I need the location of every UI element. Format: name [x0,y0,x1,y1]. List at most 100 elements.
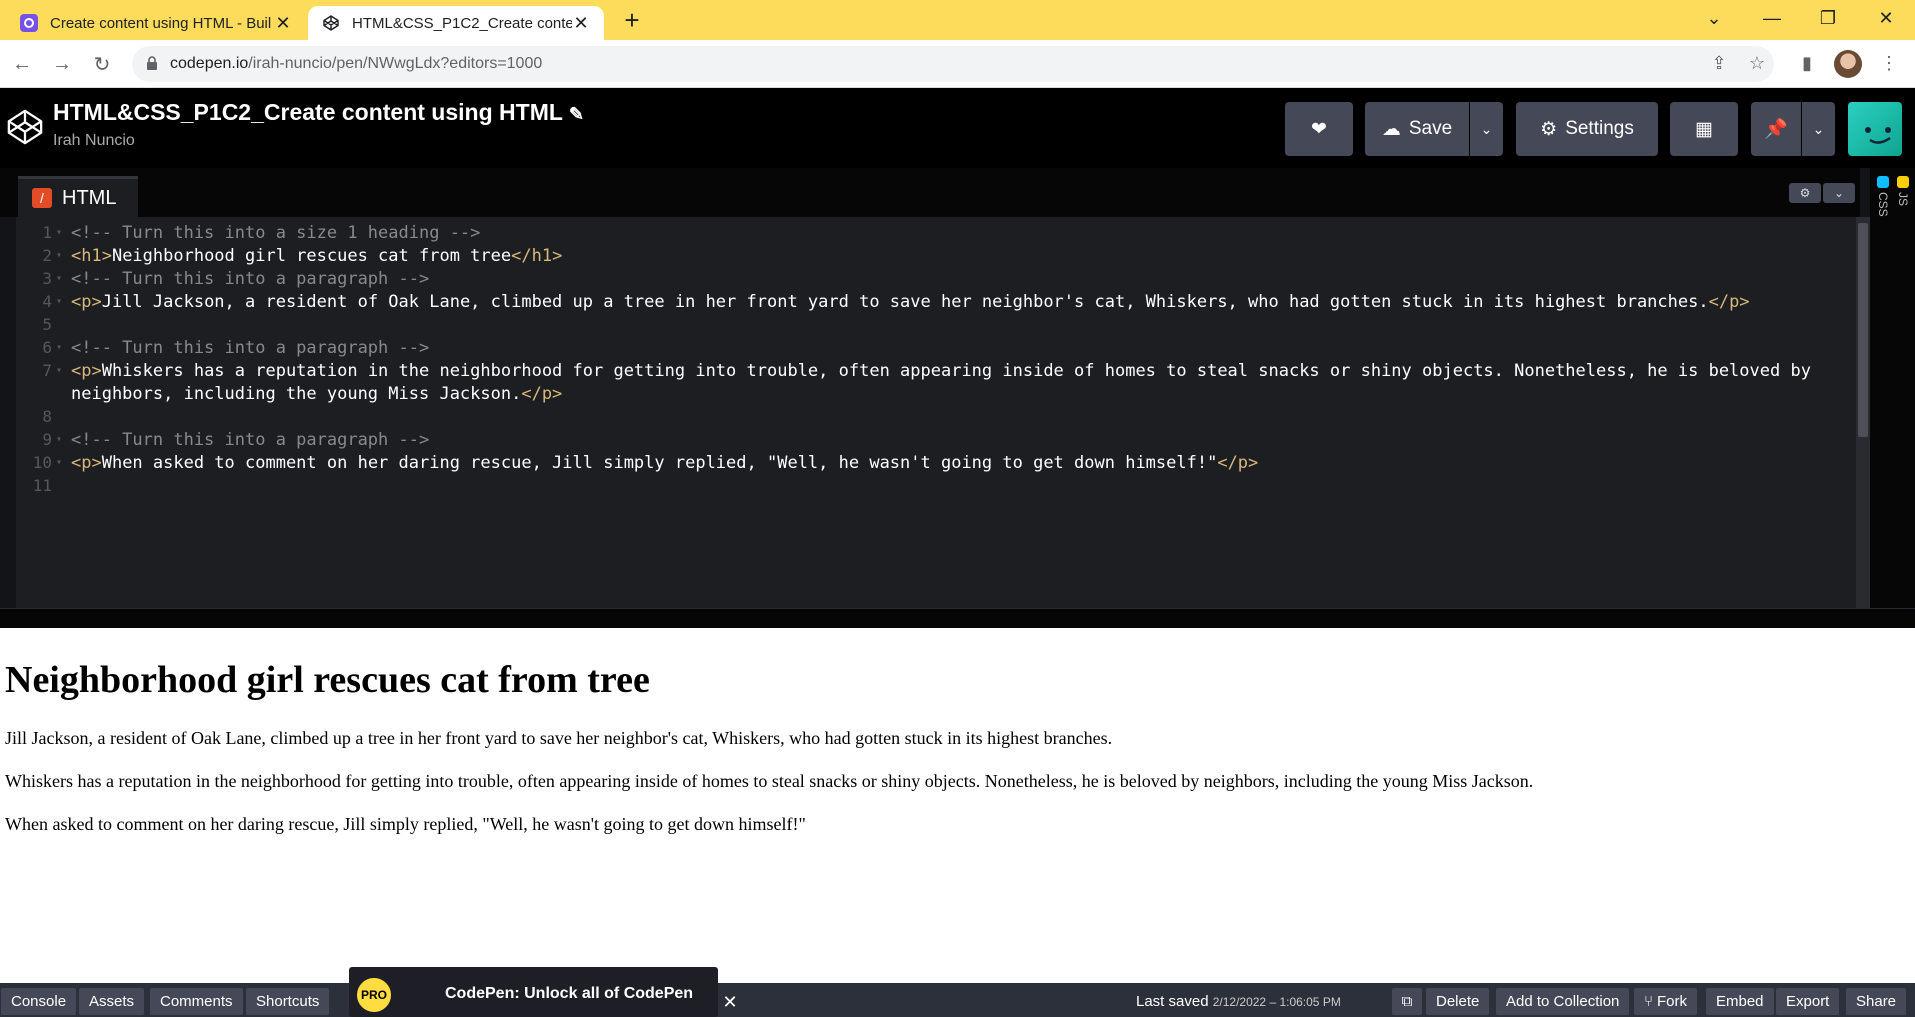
scrollbar-thumb[interactable] [1858,223,1868,437]
new-tab-plus-icon[interactable]: + [618,6,646,34]
bookmark-star-icon[interactable]: ☆ [1744,50,1770,76]
edit-pencil-icon[interactable]: ✎ [569,104,584,124]
js-editor-tab[interactable]: JS [1896,176,1910,206]
code-comment: <!-- Turn this into a paragraph --> [71,338,430,358]
html-editor-tab[interactable]: / HTML [18,176,138,217]
editor-collapse-chevron-icon[interactable]: ⌄ [1823,183,1855,203]
add-to-collection-button[interactable]: Add to Collection [1496,988,1630,1015]
tab-close-icon[interactable]: ✕ [572,13,590,34]
preview-paragraph: Jill Jackson, a resident of Oak Lane, cl… [5,728,1113,748]
collapsed-editors: CSS JS [1870,168,1915,628]
address-bar[interactable]: codepen.io/irah-nuncio/pen/NWwgLdx?edito… [132,46,1774,82]
js-badge-icon [1897,176,1909,188]
delete-button[interactable]: Delete [1426,988,1490,1015]
tab-search-chevron-icon[interactable]: ⌄ [1686,0,1742,36]
code-tag: <p> [71,453,102,473]
last-saved-status: Last saved 2/12/2022 – 1:06:05 PM [1136,993,1341,1010]
codepen-footer: Console Assets Comments Shortcuts ⧉ Dele… [0,983,1915,1017]
settings-button[interactable]: ⚙ Settings [1516,102,1658,156]
chevron-down-icon: ⌄ [1812,120,1825,137]
lock-icon [146,55,158,73]
profile-avatar[interactable] [1834,50,1862,78]
like-button[interactable]: ❤ [1285,102,1353,156]
code-content: Neighborhood girl rescues cat from tree [111,246,512,266]
line-number: 11 [32,476,52,495]
fork-icon: ⑂ [1644,993,1654,1010]
code-comment: <!-- Turn this into a paragraph --> [71,430,430,450]
html-slash-icon: / [32,188,52,208]
html-code-editor[interactable]: 1 ▾ <!-- Turn this into a size 1 heading -… [16,217,1870,608]
console-button[interactable]: Console [1,988,77,1015]
pen-author[interactable]: Irah Nuncio [53,132,135,150]
reload-icon[interactable]: ↻ [88,50,116,78]
shortcuts-button[interactable]: Shortcuts [246,988,330,1015]
code-content: When asked to comment on her daring resc… [101,453,1218,473]
codepen-header: HTML&CSS_P1C2_Create content using HTML ✎… [0,88,1915,168]
comments-button[interactable]: Comments [150,988,243,1015]
code-tag: <h1> [71,246,112,266]
promo-text[interactable]: CodePen: Unlock all of CodePen [445,985,693,1003]
restore-icon[interactable]: ❐ [1800,0,1856,36]
change-view-button[interactable]: ▦ [1670,102,1738,156]
side-panel-icon[interactable]: ▮ [1794,50,1820,76]
export-button[interactable]: Export [1776,988,1840,1015]
tab-title: HTML&CSS_P1C2_Create conten [352,14,572,32]
open-external-icon[interactable]: ⧉ [1392,988,1422,1015]
code-content: Jill Jackson, a resident of Oak Lane, cl… [101,292,1709,312]
code-tag: </h1> [511,246,563,266]
openclassrooms-favicon-icon [20,14,38,32]
editor-resize-handle[interactable] [0,608,1915,628]
fork-button[interactable]: ⑂ Fork [1634,988,1698,1015]
preview-paragraph: Whiskers has a reputation in the neighbo… [5,771,1534,791]
browser-tab-openclassrooms[interactable]: Create content using HTML - Buil ✕ [6,6,306,40]
save-button[interactable]: ☁ Save [1365,102,1469,156]
tab-close-icon[interactable]: ✕ [274,13,292,34]
code-line[interactable]: 11 [16,472,1856,500]
css-editor-tab[interactable]: CSS [1876,176,1890,217]
preview-heading: Neighborhood girl rescues cat from tree [5,659,650,701]
pen-title[interactable]: HTML&CSS_P1C2_Create content using HTML ✎ [53,99,584,126]
user-avatar[interactable] [1848,102,1902,156]
code-comment: <!-- Turn this into a paragraph --> [71,269,430,289]
minimize-icon[interactable]: — [1744,0,1800,36]
editor-settings-gear-icon[interactable]: ⚙ [1789,183,1821,203]
code-tag: </p> [521,384,563,404]
share-icon[interactable]: ⇪ [1706,50,1732,76]
forward-arrow-icon[interactable]: → [48,50,76,78]
editor-tab-bar: / HTML ⚙ ⌄ [0,168,1860,217]
codepen-favicon-icon [322,14,340,32]
code-comment: <!-- Turn this into a size 1 heading --> [71,223,481,243]
gear-icon: ⚙ [1540,118,1558,140]
back-arrow-icon[interactable]: ← [8,50,36,78]
save-options-dropdown[interactable]: ⌄ [1470,102,1503,156]
codepen-logo-icon[interactable] [6,108,44,146]
pin-icon: 📌 [1764,119,1788,140]
heart-icon: ❤ [1311,118,1327,140]
cloud-icon: ☁ [1381,118,1401,140]
embed-button[interactable]: Embed [1706,988,1774,1015]
editor-area: / HTML ⚙ ⌄ 1 ▾ <!-- Turn this into a size … [0,168,1915,628]
browser-toolbar: ← → ↻ codepen.io/irah-nuncio/pen/NWwgLdx… [0,40,1915,88]
browser-tab-strip: Create content using HTML - Buil ✕ HTML&… [0,0,1915,40]
code-tag: </p> [1708,292,1750,312]
share-button[interactable]: Share [1846,988,1907,1015]
assets-button[interactable]: Assets [79,988,145,1015]
browser-tab-codepen[interactable]: HTML&CSS_P1C2_Create conten ✕ [308,6,604,40]
tab-title: Create content using HTML - Buil [50,14,272,32]
code-tag: <p> [71,361,102,381]
url-text: codepen.io/irah-nuncio/pen/NWwgLdx?edito… [170,55,543,72]
editor-scrollbar[interactable] [1856,217,1870,608]
pin-button[interactable]: 📌 [1751,102,1801,156]
code-content: Whiskers has a reputation in the neighbo… [101,361,1811,381]
code-tag: <p> [71,292,102,312]
css-badge-icon [1877,176,1889,188]
result-preview: Neighborhood girl rescues cat from tree … [0,628,1915,983]
code-content: neighbors, including the young Miss Jack… [71,384,522,404]
promo-close-icon[interactable]: ✕ [720,992,740,1012]
preview-paragraph: When asked to comment on her daring resc… [5,814,806,834]
code-tag: </p> [1217,453,1259,473]
layout-grid-icon: ▦ [1695,118,1713,140]
window-close-icon[interactable]: ✕ [1858,0,1914,36]
browser-menu-icon[interactable]: ⋮ [1876,50,1902,76]
pin-options-dropdown[interactable]: ⌄ [1802,102,1835,156]
